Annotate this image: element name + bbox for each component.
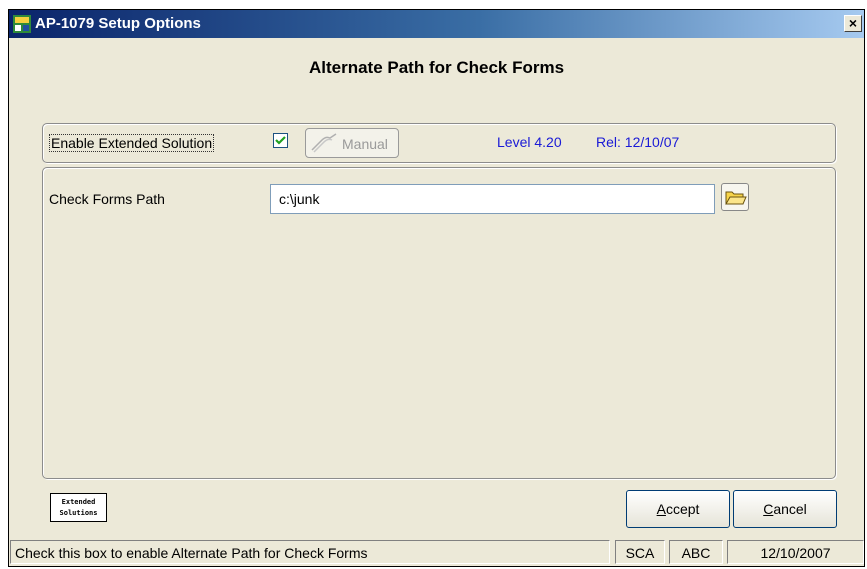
app-icon: [13, 15, 31, 33]
cancel-button[interactable]: Cancel: [733, 490, 837, 528]
checkmark-icon: [275, 136, 286, 145]
check-forms-path-input[interactable]: [270, 184, 715, 214]
manual-book-icon: [311, 133, 337, 153]
status-company: SCA: [615, 540, 665, 564]
manual-button-label: Manual: [342, 136, 388, 152]
enable-extended-label[interactable]: Enable Extended Solution: [49, 134, 215, 152]
browse-folder-button[interactable]: [721, 183, 749, 211]
status-user: ABC: [669, 540, 723, 564]
accept-button[interactable]: Accept: [626, 490, 730, 528]
options-panel: Enable Extended Solution Manual Level 4.…: [42, 123, 836, 163]
check-forms-path-label: Check Forms Path: [49, 191, 165, 207]
close-button[interactable]: ×: [844, 15, 862, 32]
path-panel: Check Forms Path: [42, 167, 836, 479]
extended-solutions-logo: Extended Solutions: [50, 493, 107, 522]
setup-options-window: AP-1079 Setup Options × Alternate Path f…: [8, 9, 865, 567]
status-date: 12/10/2007: [727, 540, 864, 564]
release-text: Rel: 12/10/07: [596, 134, 680, 150]
page-title: Alternate Path for Check Forms: [308, 58, 565, 77]
level-text: Level 4.20: [497, 134, 562, 150]
cancel-mnemonic: C: [763, 501, 774, 517]
manual-button[interactable]: Manual: [305, 128, 399, 158]
accept-mnemonic: A: [656, 501, 666, 517]
folder-icon: [725, 191, 747, 205]
window-title: AP-1079 Setup Options: [35, 15, 201, 32]
status-bar: Check this box to enable Alternate Path …: [9, 539, 864, 566]
enable-extended-checkbox[interactable]: [273, 133, 288, 148]
logo-line-2: Solutions: [59, 509, 98, 517]
title-bar[interactable]: AP-1079 Setup Options ×: [9, 10, 864, 38]
status-message: Check this box to enable Alternate Path …: [10, 540, 610, 564]
accept-label: ccept: [665, 501, 700, 517]
cancel-label: ancel: [773, 501, 807, 517]
logo-line-1: Extended: [61, 498, 96, 506]
